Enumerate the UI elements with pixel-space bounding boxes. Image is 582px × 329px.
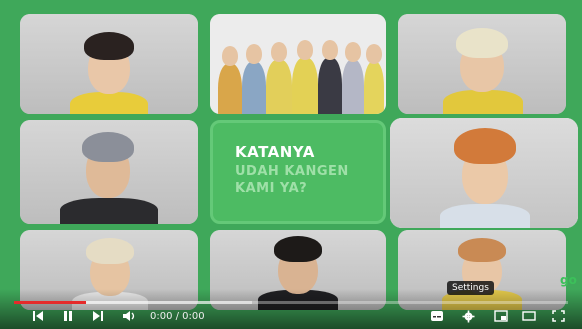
- subtitles-icon[interactable]: [430, 310, 444, 325]
- video-tile-6-highlighted: [390, 118, 578, 228]
- fullscreen-icon[interactable]: [552, 310, 565, 325]
- skip-next-icon[interactable]: [92, 310, 104, 325]
- settings-tooltip: Settings: [447, 281, 494, 295]
- volume-icon[interactable]: [122, 310, 136, 325]
- channel-logo[interactable]: go: [560, 273, 577, 289]
- video-player[interactable]: KATANYA UDAH KANGEN KAMI YA? go 0:00 / 0…: [0, 0, 582, 329]
- title-line-1: KATANYA: [235, 143, 315, 161]
- theater-icon[interactable]: [522, 310, 536, 325]
- played-bar: [14, 301, 87, 304]
- title-card: KATANYA UDAH KANGEN KAMI YA?: [210, 120, 386, 224]
- video-tile-3: [398, 14, 566, 114]
- gear-icon[interactable]: [462, 310, 475, 326]
- video-tile-1: [20, 14, 198, 114]
- title-line-3: KAMI YA?: [235, 181, 308, 196]
- progress-bar[interactable]: [14, 301, 568, 304]
- time-display: 0:00 / 0:00: [150, 311, 205, 322]
- video-tile-4: [20, 120, 198, 224]
- video-tile-2-group: [210, 14, 386, 114]
- title-line-2-3: UDAH KANGEN KAMI YA?: [235, 163, 349, 197]
- skip-back-icon[interactable]: [32, 310, 44, 325]
- pause-icon[interactable]: [62, 310, 74, 325]
- miniplayer-icon[interactable]: [494, 310, 508, 325]
- title-line-2: UDAH KANGEN: [235, 164, 349, 179]
